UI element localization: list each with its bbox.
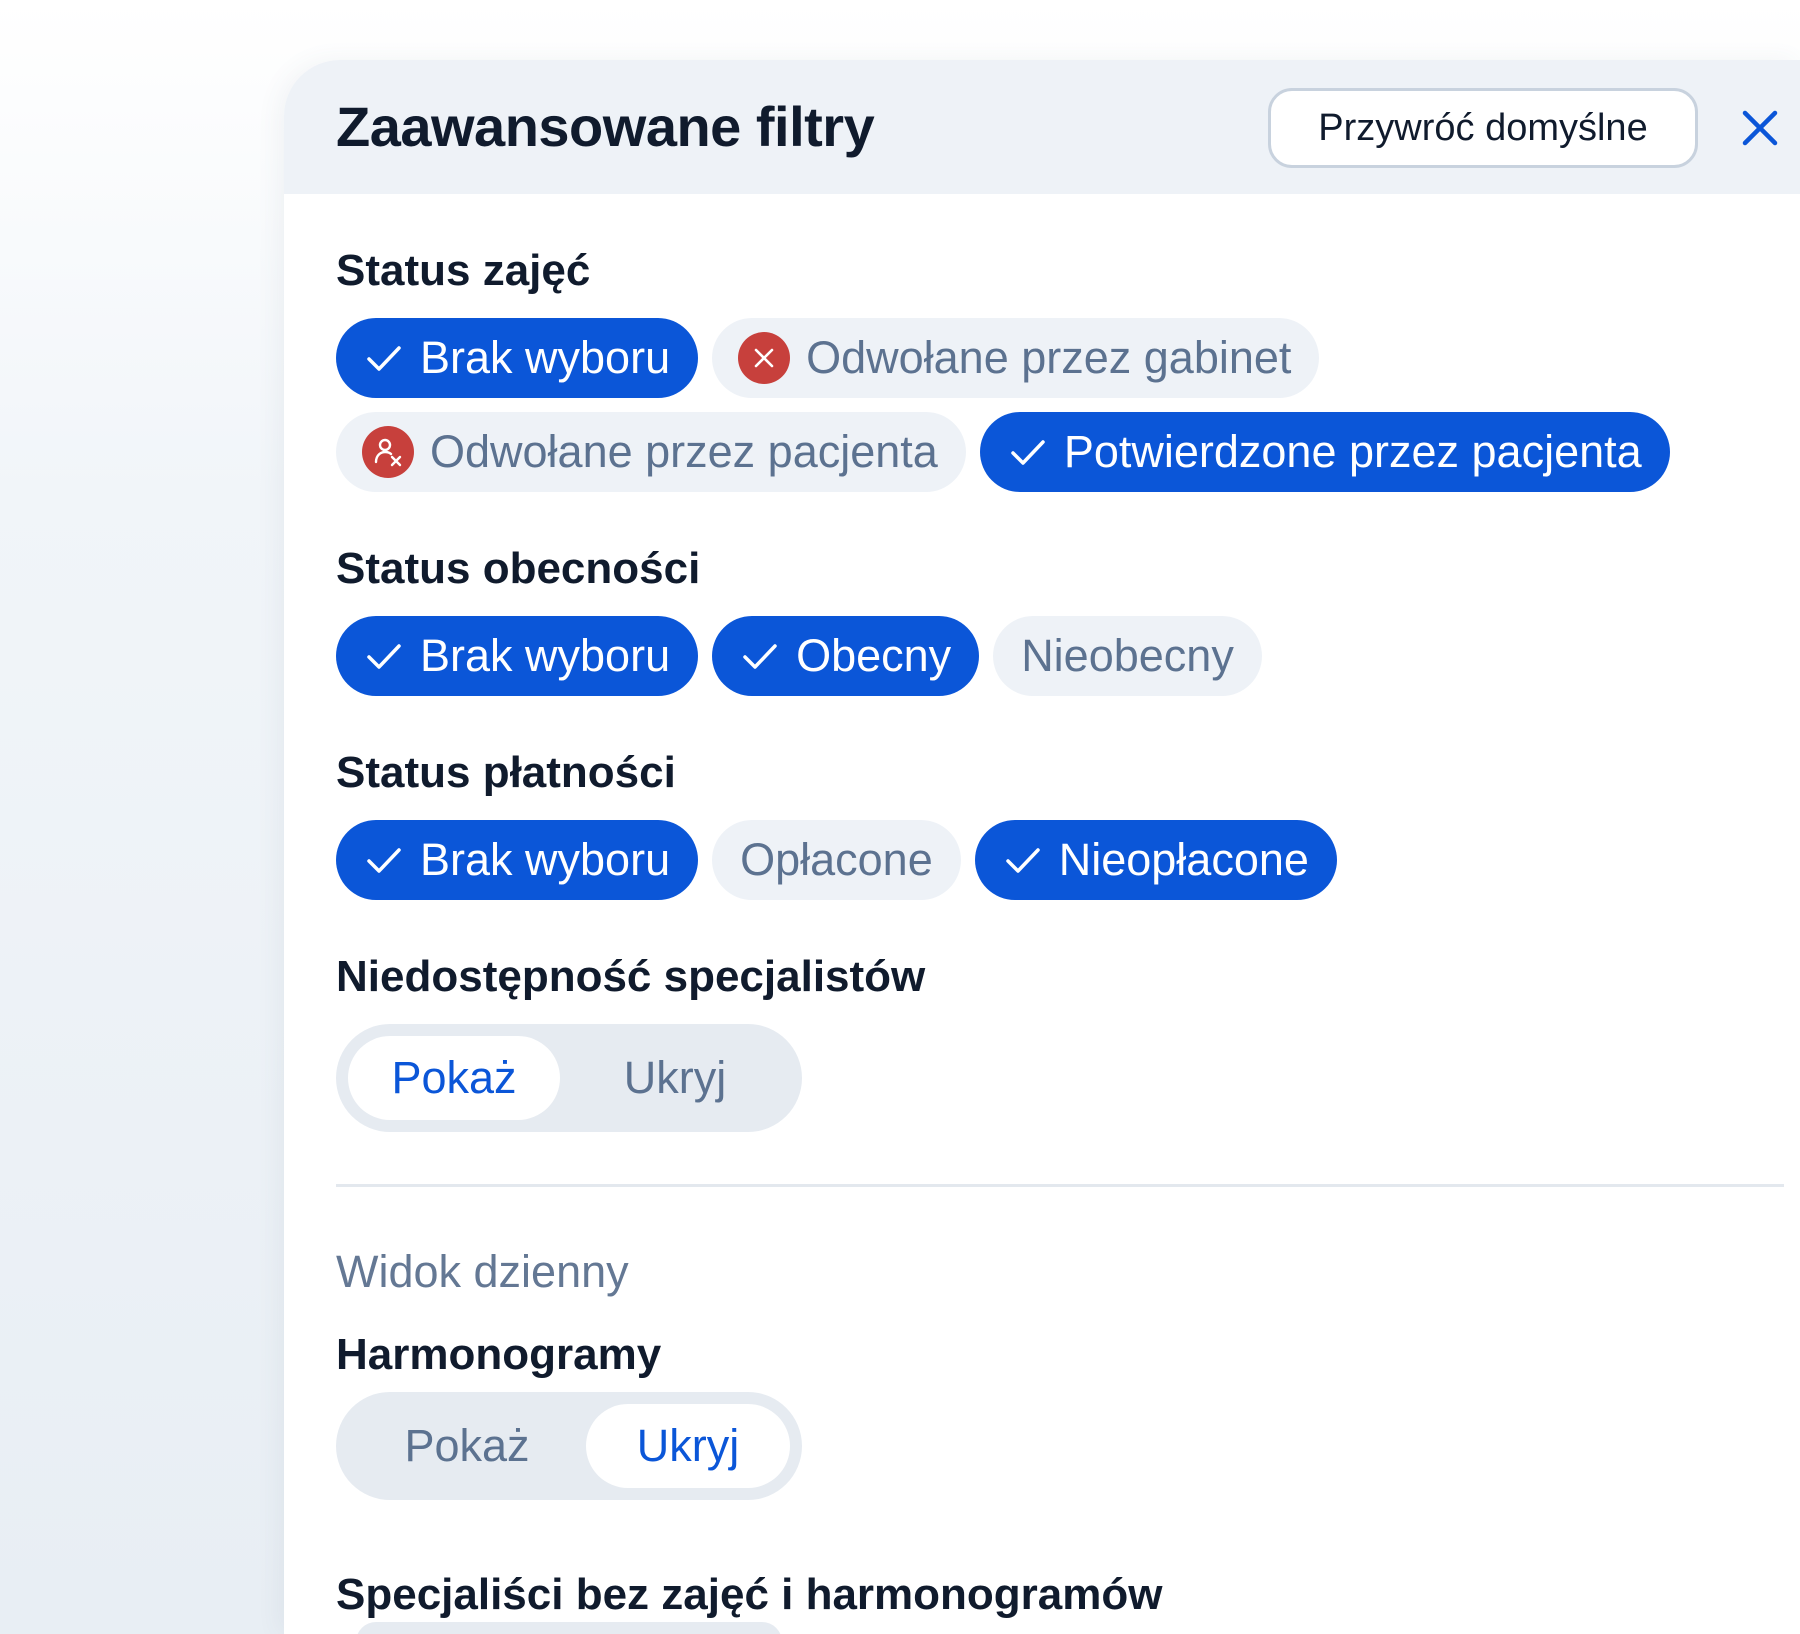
specialists-without-toggle[interactable] (356, 1622, 782, 1634)
specialists-without-title: Specjaliści bez zajęć i harmonogramów (336, 1570, 1163, 1619)
payment-chip-unpaid[interactable]: Nieopłacone (974, 820, 1337, 900)
check-icon (367, 848, 401, 873)
chip-label: Obecny (796, 630, 952, 681)
payment-status-title: Status płatności (336, 748, 676, 797)
chip-label: Opłacone (740, 834, 933, 885)
specialist-unavailability-title: Niedostępność specjalistów (336, 952, 926, 1001)
specialist-unavailability-hide-option[interactable]: Ukryj (560, 1036, 790, 1120)
schedules-show-option[interactable]: Pokaż (348, 1404, 586, 1488)
day-view-heading: Widok dzienny (336, 1246, 629, 1297)
schedules-hide-option[interactable]: Ukryj (586, 1404, 790, 1488)
chip-label: Nieopłacone (1058, 834, 1309, 885)
close-circle-icon (738, 332, 791, 384)
specialist-unavailability-toggle: Pokaż Ukryj (336, 1024, 802, 1132)
reset-defaults-button[interactable]: Przywróć domyślne (1268, 88, 1698, 168)
class-status-chip-cancelled-patient[interactable]: Odwołane przez pacjenta (336, 412, 966, 492)
person-cancel-icon (362, 426, 414, 478)
schedules-toggle: Pokaż Ukryj (336, 1392, 802, 1500)
check-icon (367, 644, 401, 669)
schedules-title: Harmonogramy (336, 1330, 662, 1379)
chip-label: Nieobecny (1021, 630, 1234, 681)
attendance-status-title: Status obecności (336, 544, 701, 593)
class-status-chip-none[interactable]: Brak wyboru (336, 318, 699, 398)
chip-label: Brak wyboru (420, 630, 671, 681)
class-status-chip-confirmed-patient[interactable]: Potwierdzone przez pacjenta (979, 412, 1670, 492)
chip-label: Potwierdzone przez pacjenta (1063, 426, 1642, 477)
panel-title: Zaawansowane filtry (336, 95, 875, 158)
payment-chip-none[interactable]: Brak wyboru (336, 820, 699, 900)
panel-header: Zaawansowane filtry Przywróć domyślne (284, 60, 1800, 194)
payment-status-row: Brak wyboru Opłacone Nieopłacone (336, 820, 1337, 900)
chip-label: Odwołane przez gabinet (806, 332, 1292, 383)
close-button[interactable] (1728, 96, 1792, 160)
specialist-unavailability-show-option[interactable]: Pokaż (348, 1036, 560, 1120)
check-icon (1011, 440, 1045, 465)
check-icon (367, 346, 401, 371)
attendance-chip-absent[interactable]: Nieobecny (993, 616, 1262, 696)
close-icon (1742, 110, 1778, 146)
attendance-chip-present[interactable]: Obecny (712, 616, 980, 696)
attendance-status-row: Brak wyboru Obecny Nieobecny (336, 616, 1262, 696)
payment-chip-paid[interactable]: Opłacone (712, 820, 961, 900)
chip-label: Brak wyboru (420, 834, 671, 885)
class-status-chip-cancelled-clinic[interactable]: Odwołane przez gabinet (712, 318, 1320, 398)
check-icon (1005, 848, 1040, 873)
class-status-title: Status zajęć (336, 246, 591, 295)
chip-label: Odwołane przez pacjenta (430, 426, 938, 477)
class-status-row-1: Brak wyboru Odwołane przez gabinet (336, 318, 1320, 398)
section-divider (336, 1184, 1784, 1187)
attendance-chip-none[interactable]: Brak wyboru (336, 616, 699, 696)
check-icon (743, 644, 777, 669)
chip-label: Brak wyboru (420, 332, 671, 383)
class-status-row-2: Odwołane przez pacjenta Potwierdzone prz… (336, 412, 1670, 492)
advanced-filters-panel: Zaawansowane filtry Przywróć domyślne St… (284, 60, 1800, 1634)
